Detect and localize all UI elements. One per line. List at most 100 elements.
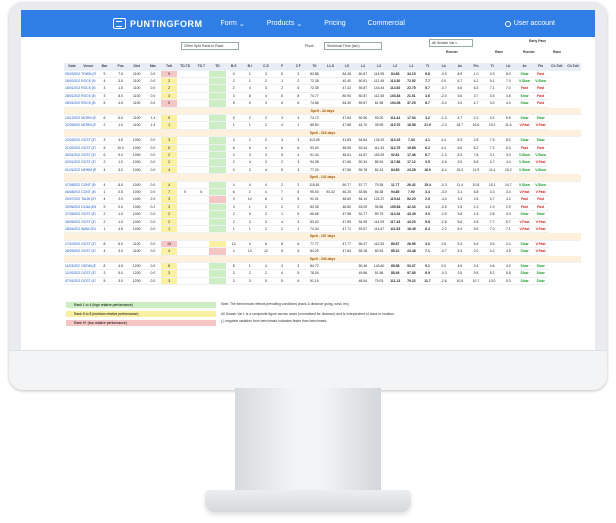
venue-link[interactable]: OCST (E7): [80, 277, 97, 286]
table-cell: [209, 158, 226, 167]
venue-link[interactable]: ROCK (E4): [80, 92, 97, 101]
table-cell: 4.6: [484, 262, 501, 271]
race-date-link[interactable]: 18/02/2024: [64, 77, 81, 86]
race-date-link[interactable]: 16/01/2024: [64, 84, 81, 93]
venue-link[interactable]: TOWN (R5): [80, 70, 97, 78]
brand-logo[interactable]: PUNTINGFORM: [113, 18, 203, 29]
column-header[interactable]: F: [274, 63, 291, 71]
column-header[interactable]: Tolt: [160, 63, 178, 71]
column-header[interactable]: Av: [516, 63, 533, 71]
race-date-link[interactable]: 06/08/2021: [64, 188, 81, 197]
race-date-link[interactable]: 21/02/2022: [64, 144, 81, 152]
venue-link[interactable]: OCST (E7): [80, 240, 97, 249]
race-date-link[interactable]: 28/01/2023: [64, 92, 81, 101]
nav-commercial[interactable]: Commercial: [368, 20, 405, 27]
race-date-link[interactable]: 09/03/2024: [64, 70, 81, 78]
venue-link[interactable]: TAUN (E7): [80, 195, 97, 204]
venue-link[interactable]: MORN (E4): [80, 121, 97, 130]
column-header[interactable]: Fin: [532, 63, 549, 71]
venue-link[interactable]: NEWM (R4): [80, 166, 97, 175]
venue-link[interactable]: CONT (E4): [80, 188, 97, 197]
column-header[interactable]: C.S: [257, 63, 275, 71]
nav-form[interactable]: Form ⌄: [221, 20, 245, 28]
column-header[interactable]: Venue: [80, 63, 97, 71]
column-header[interactable]: TD: [209, 63, 226, 71]
table-cell: -1.0: [435, 114, 452, 123]
split-select[interactable]: 200m Split Rank in Race: [181, 42, 239, 50]
race-date-link[interactable]: 01/01/2022: [64, 166, 81, 175]
race-date-link[interactable]: 07/01/2020: [64, 277, 81, 286]
venue-link[interactable]: OCST (E7): [80, 144, 97, 152]
column-header[interactable]: Lb: [500, 63, 517, 71]
venue-link[interactable]: WAW (E4): [80, 225, 97, 234]
pivot-select[interactable]: Sectional Time (sec): [324, 42, 382, 50]
venue-link[interactable]: OCST (E7): [80, 218, 97, 227]
race-date-link[interactable]: 23/03/2022: [64, 136, 81, 145]
column-header[interactable]: As: [451, 63, 468, 71]
race-date-link[interactable]: 08/01/2023: [64, 99, 81, 108]
venue-link[interactable]: MORN (E4): [80, 114, 97, 123]
column-header[interactable]: Dist: [128, 63, 145, 71]
column-header[interactable]: L1.S: [322, 63, 339, 71]
venue-link[interactable]: OSOM (E4): [80, 262, 97, 271]
sectional-table: Date Venue Bar Pos Dist Mar Tolt TD.TD TD.T TD B.S…: [64, 63, 581, 286]
column-header[interactable]: L5: [338, 63, 355, 71]
column-header[interactable]: Ch.Tolt: [564, 63, 581, 71]
race-date-link[interactable]: 11/03/2020: [64, 262, 81, 271]
table-cell: 65.38: [370, 188, 388, 197]
table-cell: 16.6: [467, 121, 485, 130]
column-header[interactable]: TD.TD: [177, 63, 194, 71]
table-cell: 3: [257, 218, 275, 227]
venue-link[interactable]: OCST (E7): [80, 136, 97, 145]
column-header[interactable]: Bar: [96, 63, 113, 71]
column-header[interactable]: Lb: [435, 63, 452, 71]
flag-select[interactable]: All Smash Var L: [429, 39, 473, 47]
venue-link[interactable]: OLNA (E6): [80, 203, 97, 212]
race-date-link[interactable]: 10/12/2022: [64, 114, 81, 123]
venue-link[interactable]: OCST (E7): [80, 269, 97, 278]
nav-pricing[interactable]: Pricing: [324, 20, 345, 27]
table-cell: Slow: [532, 269, 549, 278]
column-header[interactable]: L3: [370, 63, 388, 71]
venue-link[interactable]: OCST (E7): [80, 158, 97, 167]
column-header[interactable]: Tt: [419, 63, 436, 71]
race-date-link[interactable]: 26/09/2020: [64, 247, 81, 256]
race-date-link[interactable]: 29/06/2021: [64, 203, 81, 212]
column-header[interactable]: L1: [403, 63, 420, 71]
venue-link[interactable]: ROCK (E4): [80, 99, 97, 108]
race-date-link[interactable]: 05/05/2021: [64, 218, 81, 227]
race-date-link[interactable]: 02/01/2022: [64, 158, 81, 167]
venue-link[interactable]: ROCK (E4): [80, 84, 97, 93]
race-date-link[interactable]: 27/05/2021: [64, 210, 81, 219]
user-account-link[interactable]: User account: [504, 20, 555, 27]
nav-products[interactable]: Products ⌄: [267, 20, 303, 28]
column-header[interactable]: B.S: [225, 63, 242, 71]
race-date-link[interactable]: 17/10/2020: [64, 240, 81, 249]
race-date-link[interactable]: 20/07/2021: [64, 195, 81, 204]
column-header[interactable]: L4: [354, 63, 371, 71]
table-cell: -0.9: [435, 70, 452, 78]
venue-link[interactable]: OCST (E7): [80, 210, 97, 219]
venue-link[interactable]: ROCK (E4): [80, 77, 97, 86]
column-header[interactable]: Z.F: [290, 63, 307, 71]
race-date-link[interactable]: 22/09/2022: [64, 121, 81, 130]
column-header[interactable]: L2: [387, 63, 404, 71]
table-cell: 0.5: [112, 188, 129, 197]
venue-link[interactable]: OCST (E7): [80, 247, 97, 256]
table-cell: 3: [257, 158, 275, 167]
column-header[interactable]: Date: [64, 63, 81, 71]
column-header[interactable]: Pos: [112, 63, 129, 71]
column-header[interactable]: Mar: [144, 63, 161, 71]
race-date-link[interactable]: 30/01/2022: [64, 151, 81, 160]
race-date-link[interactable]: 07/08/2021: [64, 181, 81, 190]
column-header[interactable]: Tt: [484, 63, 501, 71]
column-header[interactable]: Ch.Tolt: [548, 63, 565, 71]
column-header[interactable]: Fin: [467, 63, 485, 71]
column-header[interactable]: B.I: [241, 63, 258, 71]
venue-link[interactable]: CONT (E4): [80, 181, 97, 190]
race-date-link[interactable]: 18/04/2021: [64, 225, 81, 234]
race-date-link[interactable]: 12/02/2020: [64, 269, 81, 278]
venue-link[interactable]: OCST (E7): [80, 151, 97, 160]
column-header[interactable]: TD.T: [193, 63, 210, 71]
column-header[interactable]: Ttl: [306, 63, 323, 71]
